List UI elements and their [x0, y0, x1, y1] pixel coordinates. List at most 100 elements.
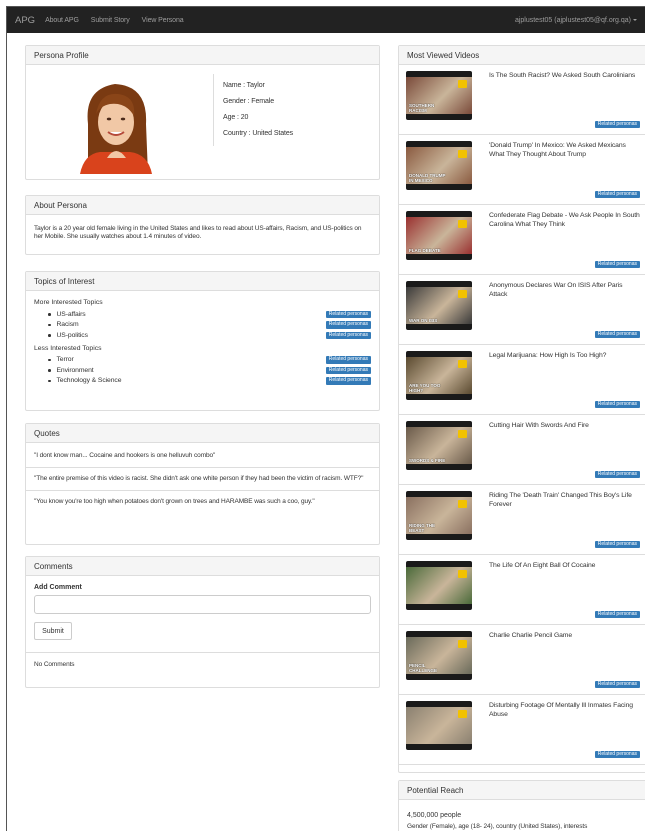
channel-logo-icon — [458, 710, 467, 718]
video-item[interactable]: Disturbing Footage Of Mentally Ill Inmat… — [399, 695, 645, 765]
profile-age: Age : 20 — [223, 114, 249, 121]
video-thumbnail[interactable] — [406, 701, 472, 750]
channel-logo-icon — [458, 430, 467, 438]
user-menu-label: ajplustest05 (ajplustest05@qf.org.qa) — [514, 16, 631, 24]
caret-down-icon — [633, 18, 637, 21]
video-thumbnail[interactable]: Pencil Challenge — [406, 631, 472, 680]
video-item[interactable]: Are You Too High? Legal Marijuana: How Hi… — [399, 345, 645, 415]
thumbnail-caption: War On ISIS — [409, 318, 438, 323]
video-item[interactable]: Flag Debate Confederate Flag Debate - We … — [399, 205, 645, 275]
related-personas-button[interactable]: Related personas — [594, 540, 640, 548]
related-personas-button[interactable]: Related personas — [594, 190, 640, 198]
related-personas-button[interactable]: Related personas — [594, 750, 640, 758]
topic-name: Terror — [56, 356, 74, 364]
channel-logo-icon — [458, 290, 467, 298]
page-frame: APG About APG Submit Story View Persona … — [6, 6, 645, 831]
bullet-icon — [48, 334, 51, 337]
persona-profile-panel: Persona Profile Name : Taylor Gender : F… — [25, 45, 380, 180]
profile-country: Country : United States — [223, 130, 294, 137]
video-thumbnail[interactable]: Donald Trump In Mexico — [406, 141, 472, 190]
channel-logo-icon — [458, 640, 467, 648]
related-personas-button[interactable]: Related personas — [325, 321, 371, 329]
nav-about-apg[interactable]: About APG — [45, 17, 79, 24]
related-personas-button[interactable]: Related personas — [594, 330, 640, 338]
video-item[interactable]: Swords & Fire Cutting Hair With Swords An… — [399, 415, 645, 485]
most-viewed-videos-heading: Most Viewed Videos — [399, 46, 645, 65]
video-title-link[interactable]: Confederate Flag Debate - We Ask People … — [489, 211, 641, 229]
topic-row: Environment Related personas — [34, 365, 371, 376]
persona-avatar-image — [70, 74, 160, 174]
bullet-icon — [48, 379, 51, 382]
video-thumbnail[interactable]: Are You Too High? — [406, 351, 472, 400]
about-persona-text: Taylor is a 20 year old female living in… — [34, 225, 362, 240]
related-personas-button[interactable]: Related personas — [594, 610, 640, 618]
about-persona-panel: About Persona Taylor is a 20 year old fe… — [25, 195, 380, 255]
related-personas-button[interactable]: Related personas — [325, 310, 371, 318]
quotes-panel: Quotes "I dont know man... Cocaine and h… — [25, 423, 380, 545]
related-personas-button[interactable]: Related personas — [325, 377, 371, 385]
brand-link[interactable]: APG — [15, 15, 35, 26]
video-title-link[interactable]: Cutting Hair With Swords And Fire — [489, 421, 641, 430]
related-personas-button[interactable]: Related personas — [325, 331, 371, 339]
nav-submit-story[interactable]: Submit Story — [91, 17, 130, 24]
topic-row: Technology & Science Related personas — [34, 376, 371, 387]
video-title-link[interactable]: Disturbing Footage Of Mentally Ill Inmat… — [489, 701, 641, 719]
submit-comment-button[interactable]: Submit — [34, 622, 72, 640]
video-item[interactable]: Pencil Challenge Charlie Charlie Pencil G… — [399, 625, 645, 695]
video-item[interactable]: Donald Trump In Mexico 'Donald Trump' In … — [399, 135, 645, 205]
related-personas-button[interactable]: Related personas — [594, 680, 640, 688]
video-thumbnail[interactable] — [406, 561, 472, 610]
video-thumbnail[interactable]: Southern Racism — [406, 71, 472, 120]
video-item[interactable]: The Life Of An Eight Ball Of Cocaine Rela… — [399, 555, 645, 625]
thumbnail-caption: Swords & Fire — [409, 458, 446, 463]
video-title-link[interactable]: Legal Marijuana: How High Is Too High? — [489, 351, 641, 360]
related-personas-button[interactable]: Related personas — [594, 120, 640, 128]
bullet-icon — [48, 313, 51, 316]
channel-logo-icon — [458, 220, 467, 228]
most-viewed-videos-panel: Most Viewed Videos Southern Racism Is The… — [398, 45, 645, 773]
bullet-icon — [48, 323, 51, 326]
profile-name: Name : Taylor — [223, 82, 265, 89]
related-personas-button[interactable]: Related personas — [594, 470, 640, 478]
video-title-link[interactable]: Riding The 'Death Train' Changed This Bo… — [489, 491, 641, 509]
profile-gender: Gender : Female — [223, 98, 275, 105]
bullet-icon — [48, 369, 51, 372]
top-navbar: APG About APG Submit Story View Persona … — [7, 7, 645, 33]
more-interested-label: More Interested Topics — [34, 299, 103, 306]
video-thumbnail[interactable]: Flag Debate — [406, 211, 472, 260]
related-personas-button[interactable]: Related personas — [594, 400, 640, 408]
video-item[interactable]: Southern Racism Is The South Racist? We A… — [399, 65, 645, 135]
channel-logo-icon — [458, 80, 467, 88]
video-item[interactable]: Riding The Beast Riding The 'Death Train'… — [399, 485, 645, 555]
channel-logo-icon — [458, 500, 467, 508]
video-thumbnail[interactable]: Swords & Fire — [406, 421, 472, 470]
potential-reach-heading: Potential Reach — [399, 781, 645, 800]
comment-input[interactable] — [34, 595, 371, 614]
channel-logo-icon — [458, 360, 467, 368]
topic-name: Technology & Science — [56, 377, 122, 385]
nav-view-persona[interactable]: View Persona — [142, 17, 184, 24]
reach-count: 4,500,000 people — [407, 812, 462, 819]
video-thumbnail[interactable]: Riding The Beast — [406, 491, 472, 540]
quote-item: "The entire premise of this video is rac… — [26, 468, 379, 491]
thumbnail-caption: Flag Debate — [409, 248, 441, 253]
topics-panel: Topics of Interest More Interested Topic… — [25, 271, 380, 411]
reach-details: Gender (Female), age (18- 24), country (… — [407, 823, 588, 830]
video-item[interactable]: War On ISIS Anonymous Declares War On ISI… — [399, 275, 645, 345]
video-title-link[interactable]: 'Donald Trump' In Mexico: We Asked Mexic… — [489, 141, 641, 159]
related-personas-button[interactable]: Related personas — [325, 366, 371, 374]
bullet-icon — [48, 358, 51, 361]
profile-divider — [213, 74, 214, 146]
channel-logo-icon — [458, 150, 467, 158]
video-title-link[interactable]: Charlie Charlie Pencil Game — [489, 631, 641, 640]
user-menu[interactable]: ajplustest05 (ajplustest05@qf.org.qa) — [515, 17, 637, 24]
thumbnail-caption: Are You Too High? — [409, 383, 441, 393]
topic-name: US-politics — [56, 331, 88, 339]
video-title-link[interactable]: The Life Of An Eight Ball Of Cocaine — [489, 561, 641, 570]
related-personas-button[interactable]: Related personas — [325, 356, 371, 364]
channel-logo-icon — [458, 570, 467, 578]
video-title-link[interactable]: Is The South Racist? We Asked South Caro… — [489, 71, 641, 80]
video-title-link[interactable]: Anonymous Declares War On ISIS After Par… — [489, 281, 641, 299]
related-personas-button[interactable]: Related personas — [594, 260, 640, 268]
video-thumbnail[interactable]: War On ISIS — [406, 281, 472, 330]
